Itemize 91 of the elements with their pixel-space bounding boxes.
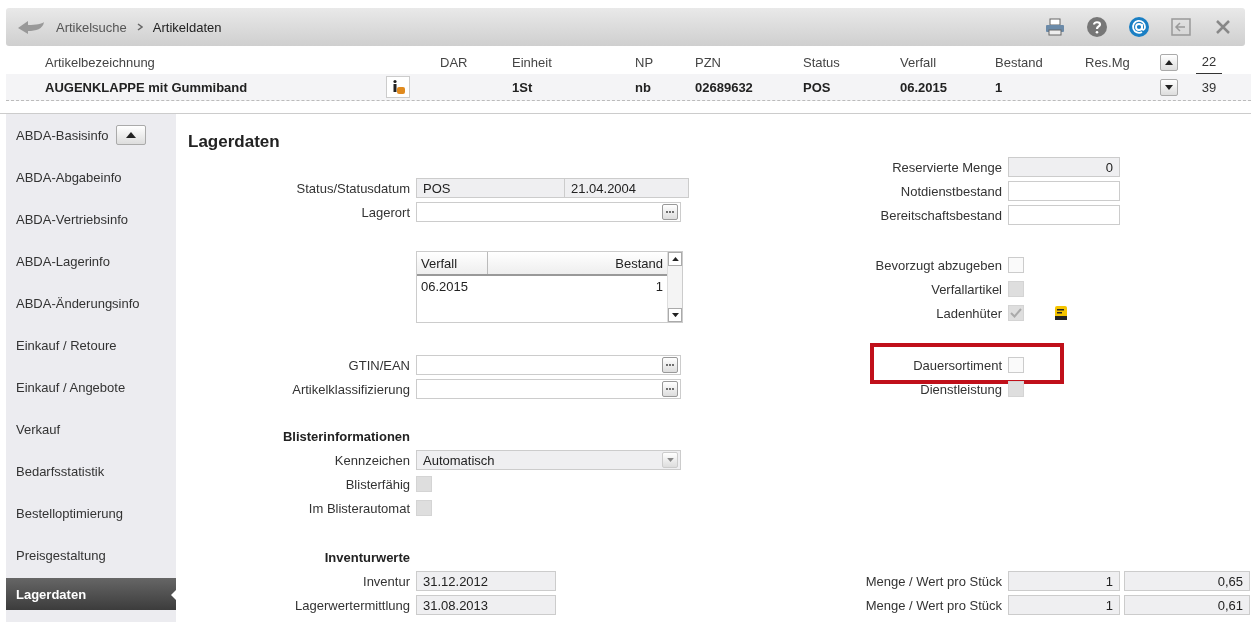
field-label: Inventur: [362, 573, 411, 589]
at-sign-icon[interactable]: [1127, 16, 1151, 38]
info-icon: [390, 79, 406, 95]
group-heading: Blisterinformationen: [281, 428, 411, 444]
field-label: Bereitschaftsbestand: [879, 207, 1003, 223]
field-label: Reservierte Menge: [891, 159, 1003, 175]
sidebar-item[interactable]: Einkauf / Retoure: [16, 337, 117, 353]
up-arrow-icon: [1165, 59, 1173, 65]
lookup-button[interactable]: [662, 357, 678, 373]
field-label: Menge / Wert pro Stück: [864, 597, 1003, 613]
field-label: Lagerwertermittlung: [294, 597, 411, 613]
input-field[interactable]: [416, 379, 681, 399]
scroll-up-button[interactable]: [116, 125, 147, 145]
record-total: 39: [1200, 78, 1218, 97]
input-field[interactable]: 0,65: [1124, 571, 1250, 591]
sidebar-item[interactable]: Bestelloptimierung: [16, 505, 123, 521]
breadcrumb-link[interactable]: Artikeldaten: [152, 19, 222, 35]
table-cell: 1: [655, 278, 663, 294]
checkbox-label: Ladenhüter: [935, 305, 1003, 321]
table-cell: nb: [635, 79, 651, 95]
scroll-down-button[interactable]: [668, 308, 682, 322]
input-field[interactable]: [1008, 181, 1120, 201]
column-header: NP: [635, 53, 655, 72]
column-header: Res.Mg: [1085, 53, 1131, 72]
checkbox-label: Im Blisterautomat: [307, 500, 411, 516]
next-button[interactable]: [1160, 78, 1178, 96]
info-button[interactable]: [386, 76, 410, 98]
column-header: Status: [803, 53, 841, 72]
chevron-icon: [136, 20, 143, 34]
sidebar-item[interactable]: ABDA-Basisinfo: [16, 127, 109, 143]
sidebar-item[interactable]: Preisgestaltung: [16, 547, 106, 563]
input-field[interactable]: 31.12.2012: [416, 571, 556, 591]
sidebar-item[interactable]: ABDA-Lagerinfo: [16, 253, 110, 269]
field-label: GTIN/EAN: [347, 357, 411, 373]
checkbox-label: Verfallartikel: [930, 281, 1003, 297]
sidebar-item[interactable]: Bedarfsstatistik: [16, 463, 105, 479]
column-header: Bestand: [995, 53, 1044, 72]
column-header: DAR: [440, 53, 469, 72]
sidebar-item[interactable]: ABDA-Abgabeinfo: [16, 169, 122, 185]
checkbox-label: Bevorzugt abzugeben: [874, 257, 1003, 273]
table-cell: POS: [803, 79, 831, 95]
sidebar-item[interactable]: ABDA-Änderungsinfo: [16, 295, 140, 311]
field-label: Lagerort: [360, 204, 411, 220]
group-heading: Inventurwerte: [323, 549, 411, 565]
up-arrow-icon: [126, 132, 137, 138]
field-label: Menge / Wert pro Stück: [864, 573, 1003, 589]
input-field[interactable]: 31.08.2013: [416, 595, 556, 615]
field-label: Status/Statusdatum: [295, 180, 411, 196]
checkbox[interactable]: [1008, 357, 1024, 373]
up-arrow-icon: [671, 256, 679, 262]
table-cell: 02689632: [695, 79, 753, 95]
table-cell: AUGENKLAPPE mit Gummiband: [45, 79, 248, 95]
breadcrumb-link[interactable]: Artikelsuche: [56, 19, 127, 35]
input-field[interactable]: 1: [1008, 595, 1120, 615]
column-header: PZN: [695, 53, 722, 72]
input-field[interactable]: 0,61: [1124, 595, 1250, 615]
help-icon[interactable]: [1085, 16, 1109, 38]
field-label: Notdienstbestand: [899, 183, 1003, 199]
checkbox[interactable]: [1008, 257, 1024, 273]
down-arrow-icon: [671, 312, 679, 318]
checkbox-label: Dienstleistung: [919, 381, 1003, 397]
field-label: Artikelklassifizierung: [291, 381, 411, 397]
column-header: Einheit: [512, 53, 553, 72]
previous-button[interactable]: [1160, 53, 1178, 71]
section-title: Lagerdaten: [187, 131, 281, 153]
lookup-button[interactable]: [662, 381, 678, 397]
checkbox-label: Dauersortiment: [912, 357, 1003, 373]
input-field[interactable]: 1: [1008, 571, 1120, 591]
printer-icon[interactable]: [1043, 16, 1067, 38]
input-field[interactable]: [416, 355, 681, 375]
caret-icon: [666, 458, 674, 462]
sidebar-item[interactable]: Einkauf / Angebote: [16, 379, 126, 395]
sidebar-item[interactable]: ABDA-Vertriebsinfo: [16, 211, 128, 227]
input-field[interactable]: [1008, 205, 1120, 225]
exit-icon[interactable]: [1169, 16, 1193, 38]
lookup-button[interactable]: [662, 204, 678, 220]
back-arrow-icon[interactable]: [16, 19, 46, 35]
table-cell: 1: [995, 79, 1003, 95]
down-arrow-icon: [1165, 84, 1173, 90]
sidebar-item[interactable]: Verkauf: [16, 421, 61, 437]
field-label: Kennzeichen: [333, 452, 411, 468]
table-cell: 06.2015: [421, 278, 468, 294]
table-cell: 06.2015: [900, 79, 947, 95]
column-header: Artikelbezeichnung: [45, 53, 156, 72]
column-header: Verfall: [420, 254, 459, 273]
table-cell: 1St: [512, 79, 533, 95]
input-field[interactable]: [416, 202, 681, 222]
checkbox-label: Blisterfähig: [344, 476, 411, 492]
column-header: Verfall: [900, 53, 938, 72]
record-number: 22: [1196, 50, 1222, 74]
scroll-up-button[interactable]: [668, 252, 682, 266]
